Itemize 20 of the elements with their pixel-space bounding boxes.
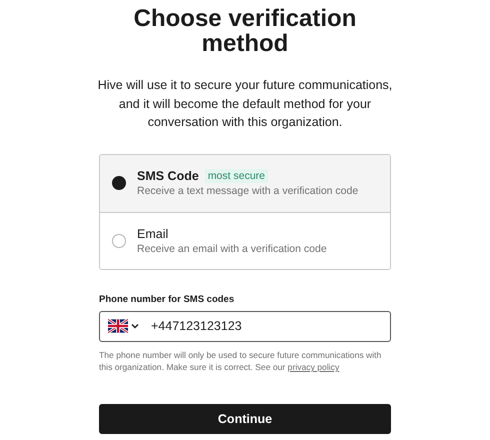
option-title: SMS Code <box>137 169 199 183</box>
option-description: Receive a text message with a verification code <box>137 185 358 197</box>
description-text: Hive will use it to secure your future communications, and it will become the default method for your conversation with this organization. <box>96 77 394 131</box>
help-text: The phone number will only be used to secure future communications with this organization. Make sure it is correct. See our privacy policy <box>99 348 382 374</box>
page-title: Choose verification method <box>132 6 358 56</box>
country-select[interactable] <box>108 319 139 333</box>
radio-button[interactable] <box>112 234 126 248</box>
phone-field[interactable]: +447123123123 <box>99 310 391 342</box>
method-option[interactable]: SMS Code most secure Receive a text message with a verification code <box>100 154 390 212</box>
option-description: Receive an email with a verification code <box>137 242 327 254</box>
method-option[interactable]: Email Receive an email with a verification code <box>100 212 390 268</box>
option-title: Email <box>137 226 168 240</box>
chevron-down-icon <box>131 323 139 329</box>
privacy-policy-link[interactable]: privacy policy <box>288 362 340 372</box>
radio-button[interactable] <box>112 176 126 190</box>
security-tag: most secure <box>204 169 268 183</box>
flag-icon <box>108 319 128 333</box>
field-label: Phone number for SMS codes <box>99 294 234 304</box>
phone-input[interactable]: +447123123123 <box>151 319 382 333</box>
continue-button[interactable]: Continue <box>99 404 391 434</box>
